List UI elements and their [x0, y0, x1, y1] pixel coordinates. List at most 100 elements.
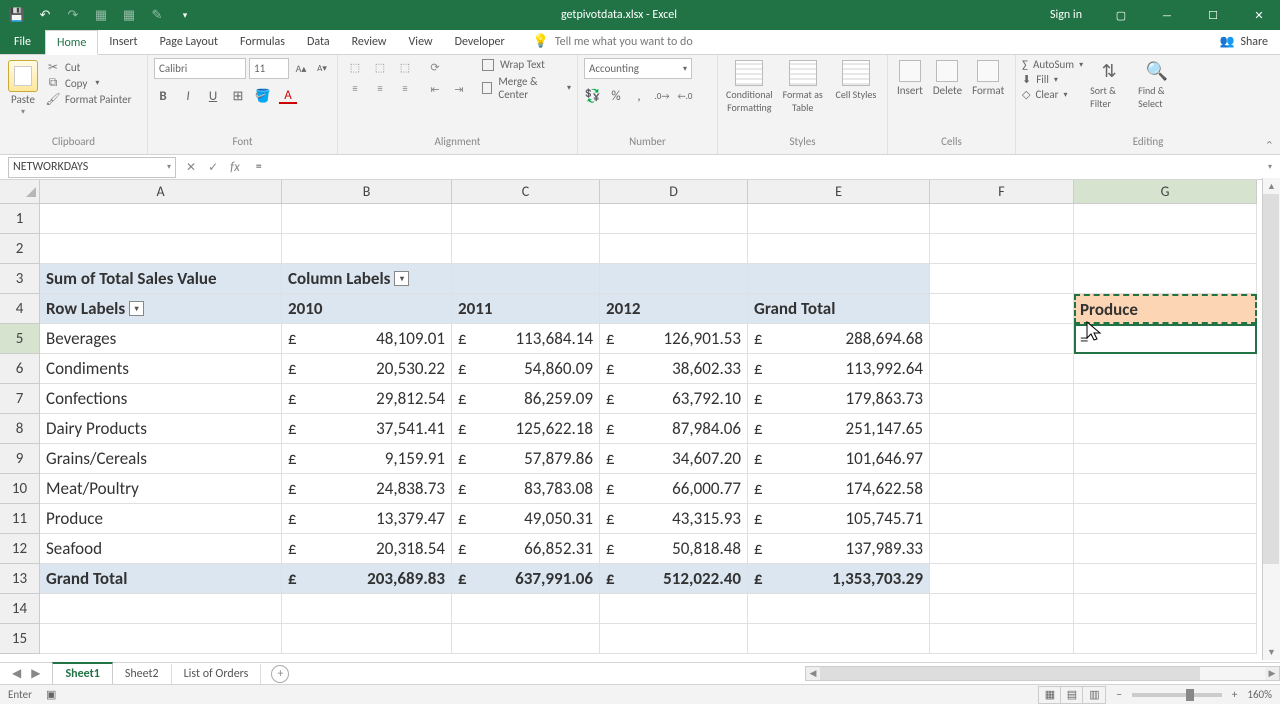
- cell-currency[interactable]: £54,860.09: [452, 354, 600, 384]
- row-header-4[interactable]: 4: [0, 294, 40, 324]
- ribbon-options-icon[interactable]: ▢: [1100, 0, 1142, 30]
- next-sheet-icon[interactable]: ▶: [31, 666, 40, 681]
- clear-button[interactable]: ◇Clear▾: [1022, 88, 1083, 101]
- font-color-button[interactable]: A: [279, 88, 297, 104]
- zoom-level[interactable]: 160%: [1247, 688, 1272, 701]
- cell-g5-editing[interactable]: =: [1074, 324, 1257, 354]
- cell[interactable]: [1074, 234, 1257, 264]
- copy-button[interactable]: ⧉Copy▾: [46, 76, 99, 90]
- find-select-button[interactable]: 🔍Find & Select: [1135, 58, 1179, 112]
- fill-button[interactable]: ⬇Fill▾: [1022, 73, 1083, 86]
- cell[interactable]: [40, 624, 282, 654]
- sign-in-link[interactable]: Sign in: [1036, 8, 1096, 22]
- cell[interactable]: [930, 504, 1074, 534]
- align-left-icon[interactable]: ≡: [344, 79, 366, 97]
- share-button[interactable]: 👥Share: [1207, 29, 1280, 54]
- align-right-icon[interactable]: ≡: [394, 79, 416, 97]
- select-all-corner[interactable]: [0, 180, 40, 204]
- cell[interactable]: [930, 234, 1074, 264]
- align-bot-icon[interactable]: ⬚: [394, 58, 416, 76]
- inc-decimal-icon[interactable]: .0→: [653, 87, 671, 105]
- cell[interactable]: [600, 594, 748, 624]
- cell-currency[interactable]: £66,000.77: [600, 474, 748, 504]
- horizontal-scrollbar[interactable]: ◀ ▶: [805, 666, 1280, 681]
- row-header-5[interactable]: 5: [0, 324, 40, 354]
- pivot-title[interactable]: Sum of Total Sales Value: [40, 264, 282, 294]
- col-header-B[interactable]: B: [282, 180, 452, 204]
- cell[interactable]: [600, 234, 748, 264]
- bold-button[interactable]: B: [154, 87, 172, 105]
- cell[interactable]: [452, 624, 600, 654]
- cell[interactable]: [1074, 564, 1257, 594]
- underline-button[interactable]: U: [204, 87, 222, 105]
- cell[interactable]: [930, 624, 1074, 654]
- macro-record-icon[interactable]: ▣: [46, 688, 56, 701]
- hscroll-thumb[interactable]: [820, 667, 1200, 680]
- cell-currency[interactable]: £13,379.47: [282, 504, 452, 534]
- minimize-button[interactable]: —: [1146, 0, 1188, 30]
- cell-currency[interactable]: £38,602.33: [600, 354, 748, 384]
- cell[interactable]: [1074, 264, 1257, 294]
- delete-cells-button[interactable]: Delete: [930, 58, 965, 99]
- cell[interactable]: [600, 204, 748, 234]
- inc-indent-icon[interactable]: ⇥: [448, 80, 470, 98]
- border-button[interactable]: ⊞: [229, 87, 247, 105]
- cell[interactable]: [930, 384, 1074, 414]
- cell[interactable]: [748, 234, 930, 264]
- cell-currency[interactable]: £9,159.91: [282, 444, 452, 474]
- cell-currency[interactable]: £113,992.64: [748, 354, 930, 384]
- cell-currency[interactable]: £512,022.40: [600, 564, 748, 594]
- cell[interactable]: [600, 264, 748, 294]
- cell[interactable]: [930, 324, 1074, 354]
- cell[interactable]: [1074, 444, 1257, 474]
- col-header-F[interactable]: F: [930, 180, 1074, 204]
- tab-home[interactable]: Home: [45, 30, 98, 55]
- fill-color-button[interactable]: 🪣: [254, 87, 272, 105]
- undo-icon[interactable]: ↶: [36, 6, 54, 24]
- cell-currency[interactable]: £179,863.73: [748, 384, 930, 414]
- cell-currency[interactable]: £66,852.31: [452, 534, 600, 564]
- cell-currency[interactable]: £34,607.20: [600, 444, 748, 474]
- cell[interactable]: [1074, 534, 1257, 564]
- cell-currency[interactable]: £50,818.48: [600, 534, 748, 564]
- scroll-down-icon[interactable]: ▼: [1263, 644, 1280, 660]
- format-cells-button[interactable]: Format: [969, 58, 1007, 99]
- pivot-row-label[interactable]: Grains/Cereals: [40, 444, 282, 474]
- cell-currency[interactable]: £174,622.58: [748, 474, 930, 504]
- cell[interactable]: [282, 624, 452, 654]
- cell[interactable]: [282, 234, 452, 264]
- sheet-tab-1[interactable]: Sheet1: [52, 662, 112, 684]
- formula-input[interactable]: =: [250, 160, 1260, 174]
- cell[interactable]: [930, 474, 1074, 504]
- cell[interactable]: [1074, 414, 1257, 444]
- qat-icon-2[interactable]: ▦: [120, 6, 138, 24]
- cell-currency[interactable]: £1,353,703.29: [748, 564, 930, 594]
- save-icon[interactable]: 💾: [8, 6, 26, 24]
- cell-currency[interactable]: £288,694.68: [748, 324, 930, 354]
- cell[interactable]: [930, 564, 1074, 594]
- expand-formula-bar-icon[interactable]: ▾: [1260, 162, 1280, 172]
- cell-currency[interactable]: £101,646.97: [748, 444, 930, 474]
- conditional-formatting-button[interactable]: Conditional Formatting: [724, 58, 775, 116]
- vertical-scrollbar[interactable]: ▲ ▼: [1262, 178, 1280, 660]
- format-painter-button[interactable]: 🖌Format Painter: [46, 92, 131, 106]
- cell-currency[interactable]: £125,622.18: [452, 414, 600, 444]
- orientation-icon[interactable]: ⟳: [424, 58, 446, 76]
- scroll-up-icon[interactable]: ▲: [1263, 178, 1280, 194]
- cell[interactable]: [930, 414, 1074, 444]
- cell-currency[interactable]: £86,259.09: [452, 384, 600, 414]
- row-header-1[interactable]: 1: [0, 204, 40, 234]
- cell[interactable]: [930, 294, 1074, 324]
- zoom-out-icon[interactable]: −: [1116, 688, 1121, 701]
- font-size-select[interactable]: 11: [249, 58, 289, 79]
- fx-icon[interactable]: fx: [230, 160, 240, 175]
- cell[interactable]: 2012: [600, 294, 748, 324]
- cell-currency[interactable]: £203,689.83: [282, 564, 452, 594]
- column-labels[interactable]: Column Labels ▾: [282, 264, 452, 294]
- zoom-thumb[interactable]: [1186, 689, 1194, 701]
- cell[interactable]: [930, 354, 1074, 384]
- cell[interactable]: [40, 234, 282, 264]
- row-header-3[interactable]: 3: [0, 264, 40, 294]
- cell[interactable]: [1074, 204, 1257, 234]
- cell-currency[interactable]: £24,838.73: [282, 474, 452, 504]
